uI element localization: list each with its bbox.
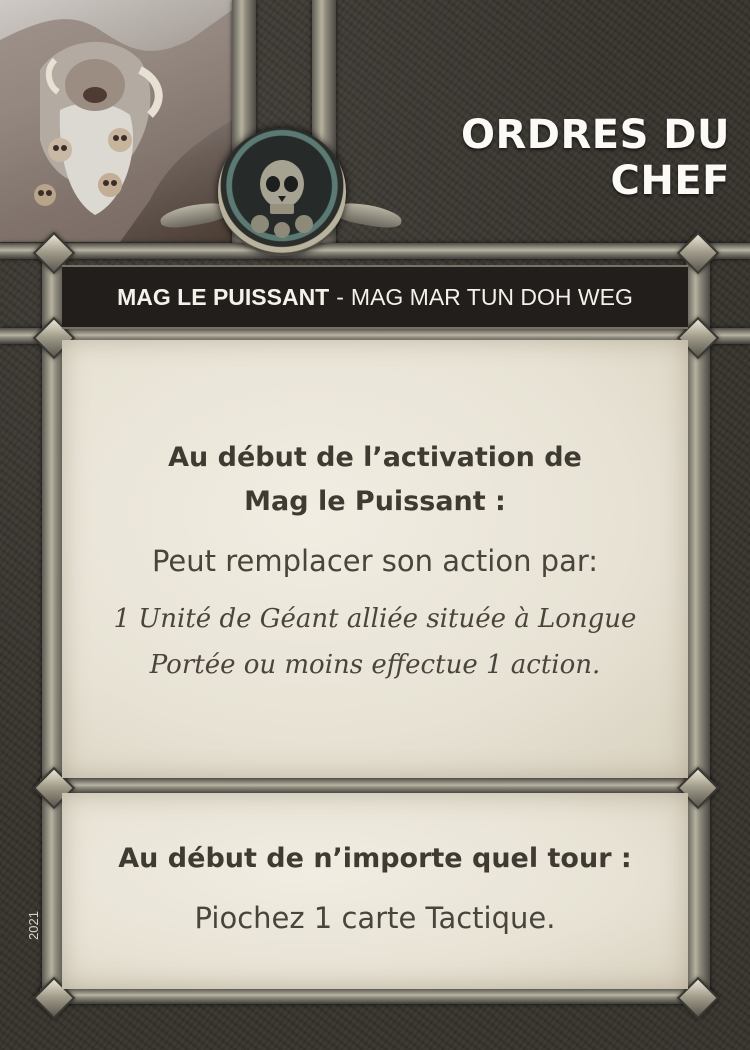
ability-panel-2: Au début de n’importe quel tour : Pioche… [62,793,688,989]
frame-horizontal-top [0,243,750,259]
ability1-effect-line2: Portée ou moins effectue 1 action. [149,650,601,680]
ability1-action: Peut remplacer son action par: [151,544,599,578]
card-title: ORDRES DU CHEF [460,112,730,204]
frame-horizontal-mid-2 [40,778,710,794]
frame-horizontal-bottom [40,988,710,1004]
command-card: ORDRES DU CHEF MAG LE PUISSANT - MAG MAR… [0,0,750,1050]
frame-vertical-right [686,250,710,1000]
ability1-effect-line1: 1 Unité de Géant alliée située à Longue [113,604,637,634]
name-separator: - [336,283,344,310]
ability1-trigger-line1: Au début de l’activation de [168,442,582,473]
ability2-trigger: Au début de n’importe quel tour : [118,843,632,874]
character-name-bar: MAG LE PUISSANT - MAG MAR TUN DOH WEG [62,265,688,329]
skull-emblem [218,128,346,256]
copyright-year: 2021 [26,911,41,940]
ability1-trigger-line2: Mag le Puissant : [244,486,506,517]
character-name: MAG LE PUISSANT [117,283,330,310]
character-subname: MAG MAR TUN DOH WEG [350,283,633,310]
ability2-effect: Piochez 1 carte Tactique. [194,901,556,935]
ability-panel-1: Au début de l’activation de Mag le Puiss… [62,340,688,778]
